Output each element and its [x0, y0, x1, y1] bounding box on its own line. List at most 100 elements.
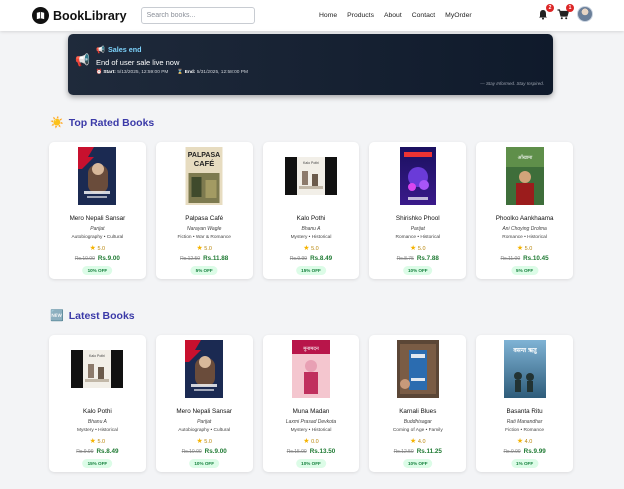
book-rating: ★ 5.0: [263, 244, 360, 252]
star-icon: ★: [89, 438, 96, 445]
original-price: Rs.11.00: [500, 256, 521, 262]
brand-logo[interactable]: BookLibrary: [32, 7, 127, 24]
book-rating: ★ 0.0: [263, 437, 360, 445]
discount-badge: 10% OFF: [296, 459, 326, 468]
book-card[interactable]: Kalo Pothi Kalo Pothi Bhanu A Mystery • …: [262, 142, 360, 279]
book-author: Parijat: [410, 226, 425, 232]
nav-home[interactable]: Home: [319, 12, 337, 19]
banner-message: End of user sale live now: [96, 58, 180, 67]
discount-badge: 15% OFF: [296, 266, 326, 275]
book-card[interactable]: PALPASA CAFÉ Palpasa Café Narayan Wagle F…: [155, 142, 253, 279]
top-rated-heading: ☀️ Top Rated Books: [50, 116, 154, 130]
rating-value: 5.0: [524, 246, 533, 252]
book-price: Rs.12.50 Rs.11.25: [369, 448, 466, 455]
latest-title: Latest Books: [68, 309, 135, 322]
discount-badge: 15% OFF: [82, 459, 113, 468]
book-cover: PALPASACAFÉ: [185, 147, 223, 205]
svg-text:Kalo Pothi: Kalo Pothi: [303, 161, 319, 165]
nav-icons: 2 1: [537, 4, 593, 22]
svg-text:आँखामा: आँखामा: [517, 154, 532, 161]
book-card[interactable]: मुनामदन Muna Madan Laxmi Prasad Devkota …: [262, 335, 360, 472]
start-label: Start:: [103, 70, 116, 75]
book-genre: Autobiography • Cultural: [178, 428, 231, 433]
star-icon: ★: [196, 245, 203, 252]
search-input[interactable]: [140, 7, 255, 24]
discount-badge: 10% OFF: [402, 266, 433, 275]
book-author: Ani Choying Drolma: [502, 226, 547, 232]
book-price: Rs.9.99 Rs.8.49: [49, 448, 146, 455]
star-icon: ★: [303, 245, 310, 252]
book-rating: ★ 5.0: [156, 244, 253, 252]
original-price: Rs.9.99: [289, 256, 308, 262]
nav-contact[interactable]: Contact: [412, 12, 435, 19]
notifications-button[interactable]: 2: [537, 4, 554, 21]
sale-price: Rs.11.88: [203, 255, 229, 262]
sale-price: Rs.11.25: [416, 448, 442, 455]
book-title: Kalo Pothi: [296, 215, 326, 222]
book-price: Rs.11.00 Rs.10.45: [476, 255, 573, 262]
book-cover: आँखामा: [505, 147, 544, 205]
book-author: Narayan Wagle: [187, 226, 222, 232]
rating-value: 4.0: [524, 439, 533, 445]
book-price: Rs.9.99 Rs.8.49: [263, 255, 360, 262]
original-price: Rs.8.75: [396, 256, 414, 262]
rating-value: 5.0: [417, 246, 426, 252]
sale-price: Rs.8.49: [310, 255, 333, 262]
rating-value: 0.0: [311, 439, 319, 445]
discount-badge: 10% OFF: [189, 459, 220, 468]
book-genre: Romance • Historical: [502, 235, 547, 240]
book-author: Bhanu A: [87, 419, 107, 425]
original-price: Rs.15.00: [286, 449, 307, 455]
banner-start: ⏰ Start: 5/13/2025, 12:59:00 PM: [96, 70, 168, 75]
book-card[interactable]: Karnali Blues Buddhisagar Coming of Age …: [369, 335, 467, 472]
start-value: 5/13/2025, 12:59:00 PM: [117, 70, 169, 75]
nav-menu: Home Products About Contact MyOrder: [319, 0, 472, 31]
book-cover: मुनामदन: [291, 340, 330, 398]
book-cover: [396, 340, 439, 398]
sale-price: Rs.10.45: [523, 255, 549, 262]
user-avatar[interactable]: [577, 6, 593, 22]
svg-text:PALPASA: PALPASA: [188, 152, 220, 159]
book-rating: ★ 5.0: [369, 244, 466, 252]
book-genre: Mystery • Historical: [76, 428, 118, 433]
notification-badge: 2: [546, 4, 554, 12]
book-card[interactable]: आँखामा Phoolko Aankhaama Ani Choying Dro…: [476, 142, 573, 279]
book-author: Parijat: [90, 226, 105, 232]
book-logo-icon: [32, 7, 49, 24]
book-card[interactable]: Shirishko Phool Parijat Romance • Histor…: [369, 142, 467, 279]
book-card[interactable]: वसन्त ऋतु Basanta Ritu Rati Manandhar Fi…: [476, 335, 573, 472]
nav-myorder[interactable]: MyOrder: [445, 12, 471, 19]
book-rating: ★ 5.0: [476, 244, 573, 252]
book-author: Laxmi Prasad Devkota: [285, 419, 337, 425]
cart-button[interactable]: 1: [557, 4, 574, 21]
original-price: Rs.10.00: [181, 449, 202, 455]
book-cover: Kalo Pothi: [284, 157, 337, 195]
book-cover: [78, 147, 117, 205]
book-price: Rs.8.75 Rs.7.88: [369, 255, 466, 262]
banner-tagline: — Stay Informed. Stay Inspired.: [480, 81, 544, 86]
book-card[interactable]: Kalo Pothi Kalo Pothi Bhanu A Mystery • …: [49, 335, 146, 472]
nav-about[interactable]: About: [384, 12, 402, 19]
rating-value: 5.0: [311, 246, 319, 252]
end-value: 5/31/2025, 12:58:00 PM: [196, 70, 248, 75]
book-author: Rati Manandhar: [506, 419, 543, 425]
sale-price: Rs.9.99: [523, 448, 546, 455]
svg-text:वसन्त ऋतु: वसन्त ऋतु: [512, 347, 537, 354]
banner-title-row: 📢 Sales end: [96, 45, 142, 54]
book-genre: Coming of Age • Family: [392, 428, 443, 433]
book-genre: Mystery • Historical: [290, 235, 332, 240]
banner-title: Sales end: [107, 45, 142, 54]
new-icon: 🆕: [50, 310, 64, 322]
hourglass-icon: ⌛: [177, 70, 184, 75]
discount-badge: 10% OFF: [402, 459, 433, 468]
discount-badge: 10% OFF: [82, 266, 113, 275]
book-title: Shirishko Phool: [395, 215, 440, 222]
book-rating: ★ 4.0: [369, 437, 466, 445]
book-card[interactable]: Mero Nepali Sansar Parijat Autobiography…: [49, 142, 146, 279]
star-icon: ★: [196, 438, 203, 445]
book-rating: ★ 5.0: [49, 244, 146, 252]
top-rated-row: Mero Nepali Sansar Parijat Autobiography…: [49, 142, 573, 279]
nav-products[interactable]: Products: [347, 12, 374, 19]
book-card[interactable]: Mero Nepali Sansar Parijat Autobiography…: [155, 335, 253, 472]
book-price: Rs.10.00 Rs.9.00: [49, 255, 146, 262]
